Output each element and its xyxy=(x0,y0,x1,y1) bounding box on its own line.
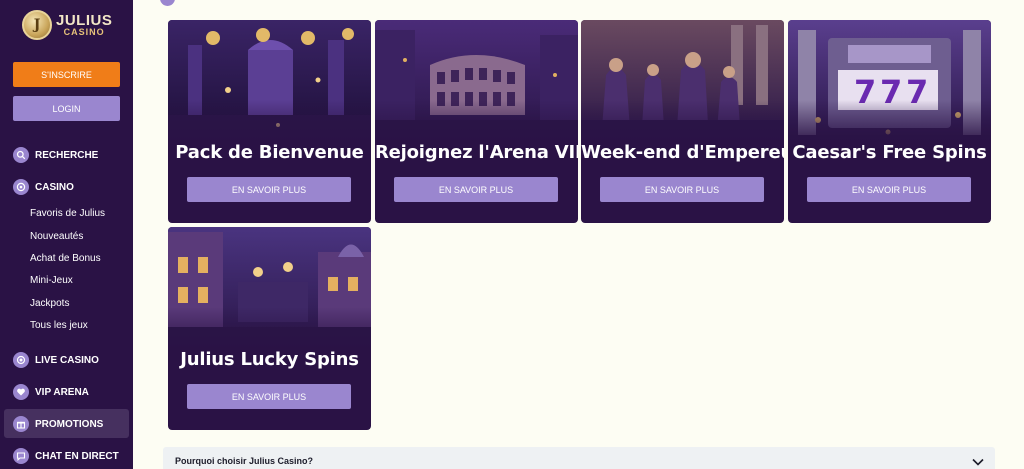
logo[interactable]: J JULIUS CASINO xyxy=(22,10,112,40)
faq-accordion[interactable]: Pourquoi choisir Julius Casino? xyxy=(163,447,995,469)
promo-title: Rejoignez l'Arena VIP xyxy=(375,142,578,163)
nav-chat[interactable]: CHAT EN DIRECT xyxy=(13,448,119,464)
logo-brand: JULIUS xyxy=(56,12,113,29)
nav-promotions[interactable]: PROMOTIONS xyxy=(13,416,103,432)
promo-card[interactable]: Week-end d'Empereur EN SAVOIR PLUS xyxy=(581,20,784,223)
nav-live-casino-label: LIVE CASINO xyxy=(35,354,99,366)
nav-casino-label: CASINO xyxy=(35,181,74,193)
nav-sub-mini-jeux[interactable]: Mini-Jeux xyxy=(30,275,73,286)
chat-icon xyxy=(13,448,29,464)
promo-card[interactable]: 7 7 7 Caesar's Free Spins EN SAVOIR PLUS xyxy=(788,20,991,223)
promo-title: Julius Lucky Spins xyxy=(180,349,359,370)
nav-sub-tous-jeux[interactable]: Tous les jeux xyxy=(30,320,88,331)
learn-more-button[interactable]: EN SAVOIR PLUS xyxy=(394,177,558,202)
nav-chat-label: CHAT EN DIRECT xyxy=(35,450,119,462)
nav-search-label: RECHERCHE xyxy=(35,149,99,161)
learn-more-button[interactable]: EN SAVOIR PLUS xyxy=(187,384,351,409)
nav-casino[interactable]: CASINO xyxy=(13,179,74,195)
sidebar: J JULIUS CASINO S'INSCRIRE LOGIN RECHERC… xyxy=(0,0,133,469)
nav-sub-jackpots[interactable]: Jackpots xyxy=(30,298,69,309)
search-icon xyxy=(13,147,29,163)
promo-card[interactable]: Julius Lucky Spins EN SAVOIR PLUS xyxy=(168,227,371,430)
promo-title: Pack de Bienvenue xyxy=(175,142,364,163)
live-icon xyxy=(13,352,29,368)
nav-sub-achat-bonus[interactable]: Achat de Bonus xyxy=(30,253,101,264)
faq-question: Pourquoi choisir Julius Casino? xyxy=(175,456,314,466)
nav-promotions-label: PROMOTIONS xyxy=(35,418,104,430)
login-button[interactable]: LOGIN xyxy=(13,96,120,121)
learn-more-button[interactable]: EN SAVOIR PLUS xyxy=(807,177,971,202)
promo-title: Caesar's Free Spins xyxy=(792,142,987,163)
logo-coin-icon: J xyxy=(22,10,52,40)
promo-card[interactable]: Rejoignez l'Arena VIP EN SAVOIR PLUS xyxy=(375,20,578,223)
learn-more-button[interactable]: EN SAVOIR PLUS xyxy=(600,177,764,202)
nav-live-casino[interactable]: LIVE CASINO xyxy=(13,352,99,368)
logo-sub: CASINO xyxy=(63,27,105,37)
nav-vip-arena[interactable]: VIP ARENA xyxy=(13,384,89,400)
promo-card[interactable]: Pack de Bienvenue EN SAVOIR PLUS xyxy=(168,20,371,223)
chevron-down-icon[interactable] xyxy=(971,455,985,469)
scroll-top-icon[interactable] xyxy=(160,0,175,6)
nav-sub-nouveautes[interactable]: Nouveautés xyxy=(30,231,83,242)
promo-title: Week-end d'Empereur xyxy=(581,142,784,163)
gift-icon xyxy=(13,416,29,432)
nav-search[interactable]: RECHERCHE xyxy=(13,147,98,163)
learn-more-button[interactable]: EN SAVOIR PLUS xyxy=(187,177,351,202)
signup-button[interactable]: S'INSCRIRE xyxy=(13,62,120,87)
heart-icon xyxy=(13,384,29,400)
nav-vip-arena-label: VIP ARENA xyxy=(35,386,89,398)
chip-icon xyxy=(13,179,29,195)
nav-sub-favoris[interactable]: Favoris de Julius xyxy=(30,208,105,219)
